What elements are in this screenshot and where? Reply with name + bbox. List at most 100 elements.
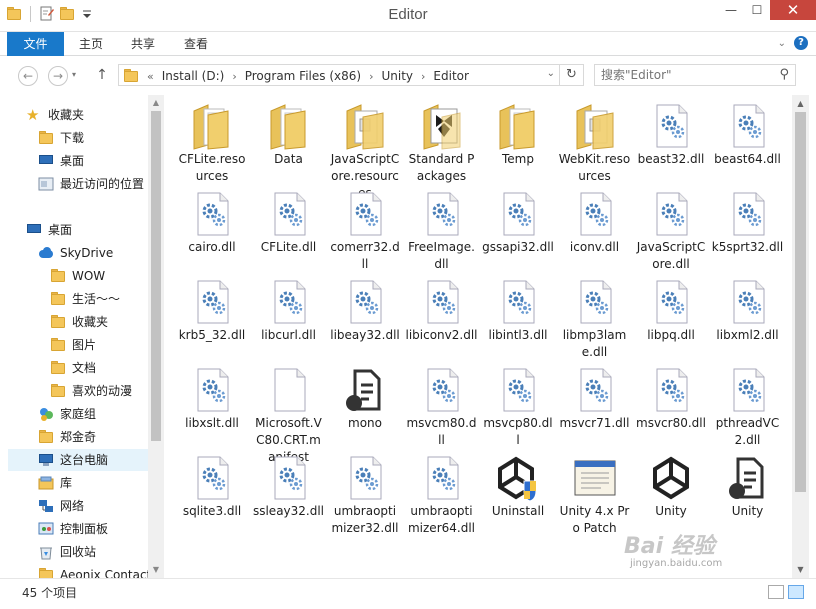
expand-ribbon-icon[interactable]: ⌄ bbox=[778, 38, 786, 49]
file-item-uninstall[interactable]: Uninstall bbox=[482, 453, 554, 520]
file-item-libeay32-dll[interactable]: libeay32.dll bbox=[329, 277, 401, 344]
tab-file[interactable]: 文件 bbox=[7, 32, 64, 56]
breadcrumb-program-files[interactable]: Program Files (x86) bbox=[241, 69, 365, 83]
file-item-libintl3-dll[interactable]: libintl3.dll bbox=[482, 277, 554, 344]
scroll-up-icon[interactable]: ▲ bbox=[792, 95, 809, 112]
file-item-pthreadvc2-dll[interactable]: pthreadVC2.dll bbox=[712, 365, 784, 449]
search-box[interactable]: ⚲ bbox=[594, 64, 796, 86]
tab-share[interactable]: 共享 bbox=[122, 32, 164, 56]
tab-home[interactable]: 主页 bbox=[70, 32, 112, 56]
sidebar-item-homegroup[interactable]: 家庭组 bbox=[38, 403, 96, 425]
file-item-unity-4-x-pro-patch[interactable]: Unity 4.x Pro Patch bbox=[559, 453, 631, 537]
search-icon[interactable]: ⚲ bbox=[779, 67, 789, 82]
chevron-right-icon[interactable]: › bbox=[228, 70, 240, 83]
file-item-mono[interactable]: mono bbox=[329, 365, 401, 432]
tab-view[interactable]: 查看 bbox=[174, 32, 218, 56]
sidebar-item-control-panel[interactable]: 控制面板 bbox=[38, 518, 108, 540]
file-item-microsoft-vc80-crt-manifest[interactable]: Microsoft.VC80.CRT.manifest bbox=[253, 365, 325, 466]
help-icon[interactable]: ? bbox=[794, 36, 808, 50]
scrollbar-thumb[interactable] bbox=[151, 111, 161, 441]
up-button[interactable]: ↑ bbox=[92, 66, 112, 86]
file-item-cflite-resources[interactable]: CFLite.resources bbox=[176, 101, 248, 185]
file-item-javascriptcore-resources[interactable]: JavaScriptCore.resources bbox=[329, 101, 401, 202]
refresh-icon[interactable]: ↻ bbox=[559, 65, 583, 85]
sidebar-item-favorites-folder[interactable]: 收藏夹 bbox=[50, 311, 108, 333]
sidebar-item-aeonix[interactable]: Aeonix Contact bbox=[38, 564, 151, 578]
file-item-temp[interactable]: Temp bbox=[482, 101, 554, 168]
forward-button[interactable]: → bbox=[48, 66, 68, 86]
sidebar-item-recycle-bin[interactable]: 回收站 bbox=[38, 541, 96, 563]
file-item-msvcp80-dll[interactable]: msvcp80.dll bbox=[482, 365, 554, 449]
file-item-standard-packages[interactable]: Standard Packages bbox=[406, 101, 478, 185]
file-item-cflite-dll[interactable]: CFLite.dll bbox=[253, 189, 325, 256]
sidebar-item-downloads[interactable]: 下载 bbox=[38, 127, 84, 149]
address-history-icon[interactable]: ⌄ bbox=[547, 68, 555, 79]
file-item-libxslt-dll[interactable]: libxslt.dll bbox=[176, 365, 248, 432]
large-icons-view-icon[interactable] bbox=[788, 585, 804, 599]
file-item-cairo-dll[interactable]: cairo.dll bbox=[176, 189, 248, 256]
file-item-libxml2-dll[interactable]: libxml2.dll bbox=[712, 277, 784, 344]
maximize-button[interactable]: ☐ bbox=[744, 0, 770, 20]
breadcrumb-overflow[interactable]: « bbox=[143, 70, 158, 83]
file-item-unity[interactable]: Unity bbox=[712, 453, 784, 520]
sidebar-item-wow[interactable]: WOW bbox=[50, 265, 105, 287]
breadcrumb-editor[interactable]: Editor bbox=[429, 69, 473, 83]
ribbon: 文件 主页 共享 查看 ⌄ ? bbox=[0, 32, 816, 56]
file-item-gssapi32-dll[interactable]: gssapi32.dll bbox=[482, 189, 554, 256]
file-item-freeimage-dll[interactable]: FreeImage.dll bbox=[406, 189, 478, 273]
file-item-libmp3lame-dll[interactable]: libmp3lame.dll bbox=[559, 277, 631, 361]
file-item-unity[interactable]: Unity bbox=[635, 453, 707, 520]
file-item-sqlite3-dll[interactable]: sqlite3.dll bbox=[176, 453, 248, 520]
file-item-comerr32-dll[interactable]: comerr32.dll bbox=[329, 189, 401, 273]
file-item-krb5-32-dll[interactable]: krb5_32.dll bbox=[176, 277, 248, 344]
breadcrumb-unity[interactable]: Unity bbox=[377, 69, 417, 83]
sidebar-item-this-pc[interactable]: 这台电脑 bbox=[8, 449, 156, 471]
back-button[interactable]: ← bbox=[18, 66, 38, 86]
file-item-k5sprt32-dll[interactable]: k5sprt32.dll bbox=[712, 189, 784, 256]
minimize-button[interactable]: — bbox=[718, 0, 744, 20]
sidebar-favorites[interactable]: ★ 收藏夹 bbox=[26, 104, 84, 126]
breadcrumb-drive[interactable]: Install (D:) bbox=[158, 69, 229, 83]
sidebar-item-recent[interactable]: 最近访问的位置 bbox=[38, 173, 144, 195]
file-item-data[interactable]: Data bbox=[253, 101, 325, 168]
sidebar-item-network[interactable]: 网络 bbox=[38, 495, 84, 517]
file-item-libcurl-dll[interactable]: libcurl.dll bbox=[253, 277, 325, 344]
file-item-ssleay32-dll[interactable]: ssleay32.dll bbox=[253, 453, 325, 520]
file-item-beast32-dll[interactable]: beast32.dll bbox=[635, 101, 707, 168]
sidebar-item-anime[interactable]: 喜欢的动漫 bbox=[50, 380, 132, 402]
file-item-beast64-dll[interactable]: beast64.dll bbox=[712, 101, 784, 168]
file-item-msvcm80-dll[interactable]: msvcm80.dll bbox=[406, 365, 478, 449]
sidebar-item-desktop-fav[interactable]: 桌面 bbox=[38, 150, 84, 172]
file-item-umbraoptimizer32-dll[interactable]: umbraoptimizer32.dll bbox=[329, 453, 401, 537]
file-item-msvcr80-dll[interactable]: msvcr80.dll bbox=[635, 365, 707, 432]
chevron-right-icon[interactable]: › bbox=[417, 70, 429, 83]
file-item-msvcr71-dll[interactable]: msvcr71.dll bbox=[559, 365, 631, 432]
scroll-up-icon[interactable]: ▲ bbox=[148, 95, 164, 111]
search-input[interactable] bbox=[601, 65, 771, 85]
file-item-umbraoptimizer64-dll[interactable]: umbraoptimizer64.dll bbox=[406, 453, 478, 537]
scrollbar-thumb[interactable] bbox=[795, 112, 806, 492]
sidebar-item-skydrive[interactable]: SkyDrive bbox=[38, 242, 113, 264]
file-item-libpq-dll[interactable]: libpq.dll bbox=[635, 277, 707, 344]
file-name: ssleay32.dll bbox=[252, 504, 325, 518]
file-item-webkit-resources[interactable]: WebKit.resources bbox=[559, 101, 631, 185]
recent-locations-icon[interactable]: ▾ bbox=[72, 70, 76, 79]
sidebar-item-desktop[interactable]: 桌面 bbox=[26, 219, 72, 241]
file-item-iconv-dll[interactable]: iconv.dll bbox=[559, 189, 631, 256]
sidebar-item-pictures[interactable]: 图片 bbox=[50, 334, 96, 356]
sidebar-scrollbar[interactable]: ▲ ▼ bbox=[148, 95, 164, 578]
content-scrollbar[interactable]: ▲ ▼ bbox=[792, 95, 809, 578]
sidebar-item-user[interactable]: 郑金奇 bbox=[38, 426, 96, 448]
close-button[interactable]: ✕ bbox=[770, 0, 816, 20]
scroll-down-icon[interactable]: ▼ bbox=[792, 561, 809, 578]
file-item-libiconv2-dll[interactable]: libiconv2.dll bbox=[406, 277, 478, 344]
file-name: Standard Packages bbox=[408, 152, 475, 183]
sidebar-item-documents[interactable]: 文档 bbox=[50, 357, 96, 379]
address-bar[interactable]: « Install (D:) › Program Files (x86) › U… bbox=[118, 64, 584, 86]
sidebar-item-libraries[interactable]: 库 bbox=[38, 472, 72, 494]
sidebar-item-life[interactable]: 生活～～ bbox=[50, 288, 120, 310]
scroll-down-icon[interactable]: ▼ bbox=[148, 562, 164, 578]
details-view-icon[interactable] bbox=[768, 585, 784, 599]
chevron-right-icon[interactable]: › bbox=[365, 70, 377, 83]
file-item-javascriptcore-dll[interactable]: JavaScriptCore.dll bbox=[635, 189, 707, 273]
